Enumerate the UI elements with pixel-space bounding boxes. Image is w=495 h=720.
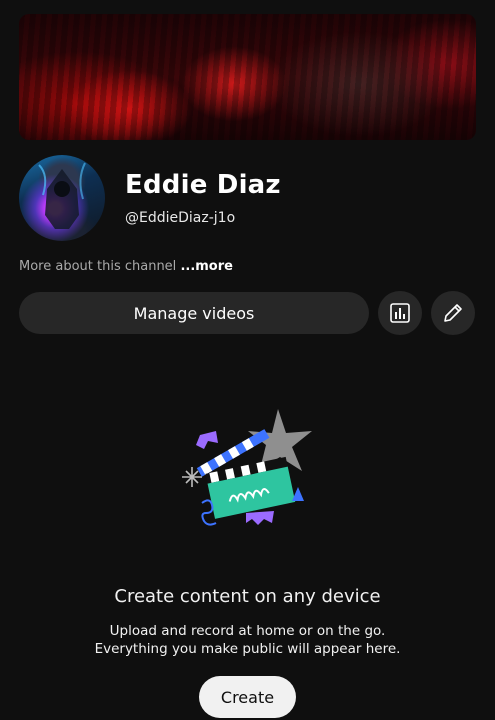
- create-content-illustration: [182, 409, 312, 526]
- avatar[interactable]: [19, 155, 105, 241]
- empty-state-line-2: Everything you make public will appear h…: [94, 641, 401, 657]
- channel-name: Eddie Diaz: [125, 170, 281, 200]
- edit-button[interactable]: [431, 291, 475, 335]
- pencil-icon: [444, 304, 462, 322]
- about-channel-link[interactable]: More about this channel ...more: [19, 259, 233, 274]
- create-label: Create: [220, 687, 275, 707]
- empty-state-description: Upload and record at home or on the go. …: [0, 622, 495, 658]
- about-text: More about this channel: [19, 259, 181, 274]
- empty-state-line-1: Upload and record at home or on the go.: [109, 623, 386, 639]
- more-link[interactable]: ...more: [180, 259, 233, 274]
- channel-handle: @EddieDiaz-j1o: [125, 210, 236, 226]
- bar-chart-icon: [390, 303, 410, 323]
- manage-videos-button[interactable]: Manage videos: [19, 292, 369, 334]
- channel-banner: [19, 14, 476, 140]
- create-button[interactable]: Create: [199, 676, 296, 718]
- manage-videos-label: Manage videos: [133, 303, 255, 323]
- analytics-button[interactable]: [378, 291, 422, 335]
- empty-state-title: Create content on any device: [114, 586, 381, 607]
